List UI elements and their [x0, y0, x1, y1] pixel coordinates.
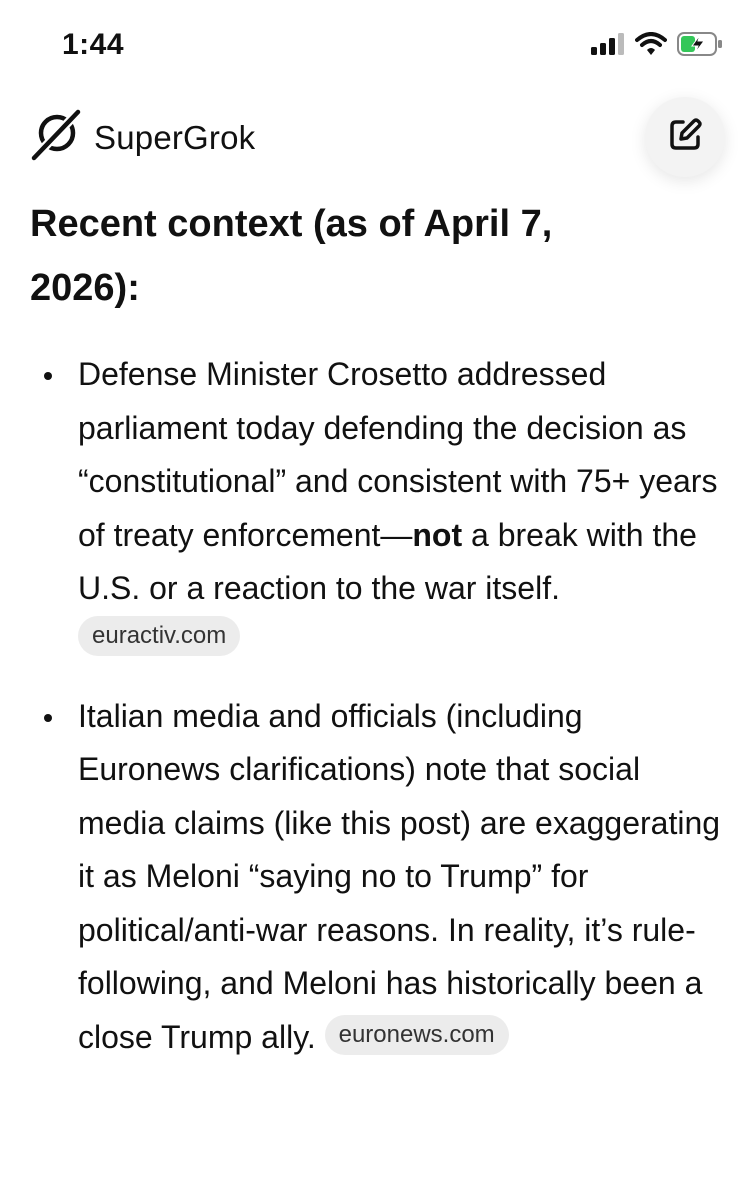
bold-emphasis: not: [412, 516, 463, 553]
wifi-icon: [635, 32, 667, 61]
response-content: Recent context (as of April 7, 2026): De…: [30, 192, 730, 1094]
edit-icon: [667, 117, 703, 158]
bullet-item: Defense Minister Crosetto addressed parl…: [30, 348, 728, 660]
cellular-signal-icon: [591, 33, 625, 60]
bullet-dot: [44, 713, 52, 722]
app-name: SuperGrok: [94, 118, 256, 156]
bullet-list: Defense Minister Crosetto addressed parl…: [30, 348, 730, 1064]
bullet-item: Italian media and officials (including E…: [30, 690, 728, 1065]
status-icons: [591, 32, 723, 61]
section-heading: Recent context (as of April 7, 2026):: [30, 203, 553, 309]
grok-logo-icon: [29, 107, 84, 167]
status-time: 1:44: [62, 28, 125, 61]
source-chip[interactable]: euronews.com: [324, 1015, 509, 1056]
new-chat-button[interactable]: [645, 97, 725, 177]
supergrok-logo[interactable]: SuperGrok: [29, 107, 256, 167]
app-header: SuperGrok: [0, 92, 755, 182]
bullet-text: Italian media and officials (including E…: [78, 697, 721, 1055]
source-chip[interactable]: euractiv.com: [78, 615, 241, 656]
battery-charging-icon: [677, 32, 723, 61]
bullet-dot: [44, 372, 52, 380]
status-bar: 1:44: [0, 0, 755, 80]
